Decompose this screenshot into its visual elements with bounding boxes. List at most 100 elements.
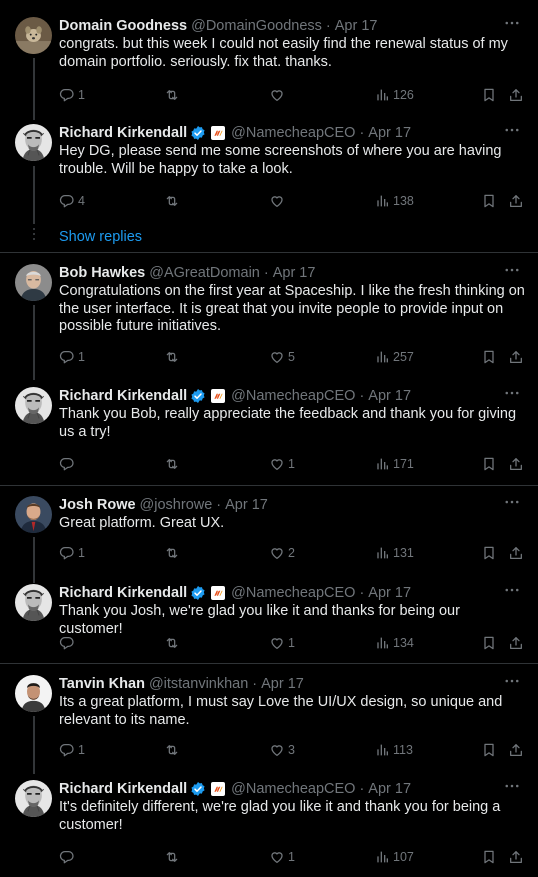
like-button[interactable]: 1: [269, 455, 295, 473]
reply-button[interactable]: 1: [59, 86, 85, 104]
retweet-button[interactable]: [164, 634, 180, 652]
reply-button[interactable]: 4: [59, 192, 85, 210]
avatar[interactable]: [15, 584, 52, 621]
author-handle[interactable]: @NamecheapCEO: [231, 124, 355, 142]
more-icon[interactable]: [503, 581, 521, 599]
avatar[interactable]: [15, 387, 52, 424]
author-name[interactable]: Richard Kirkendall: [59, 124, 187, 142]
reply-button[interactable]: 1: [59, 348, 85, 366]
affiliate-badge[interactable]: [211, 126, 226, 140]
views-button[interactable]: 171: [374, 455, 414, 473]
affiliate-badge[interactable]: [211, 389, 226, 403]
author-handle[interactable]: @AGreatDomain: [149, 264, 260, 282]
more-icon[interactable]: [503, 14, 521, 32]
retweet-button[interactable]: [164, 86, 180, 104]
bookmark-button[interactable]: [481, 192, 497, 210]
views-button[interactable]: 131: [374, 544, 414, 562]
like-button[interactable]: [269, 192, 285, 210]
like-button[interactable]: [269, 86, 285, 104]
author-name[interactable]: Richard Kirkendall: [59, 584, 187, 602]
author-handle[interactable]: @NamecheapCEO: [231, 780, 355, 798]
author-name[interactable]: Josh Rowe: [59, 496, 136, 514]
bookmark-button[interactable]: [481, 741, 497, 759]
retweet-icon: [164, 742, 180, 758]
share-button[interactable]: [508, 848, 524, 866]
retweet-button[interactable]: [164, 544, 180, 562]
tweet-date[interactable]: Apr 17: [273, 264, 316, 282]
share-button[interactable]: [508, 455, 524, 473]
views-button[interactable]: 257: [374, 348, 414, 366]
like-button[interactable]: 2: [269, 544, 295, 562]
retweet-button[interactable]: [164, 848, 180, 866]
tweet-date[interactable]: Apr 17: [368, 780, 411, 798]
more-icon[interactable]: [503, 384, 521, 402]
heart-icon: [269, 742, 285, 758]
more-icon[interactable]: [503, 121, 521, 139]
avatar[interactable]: [15, 675, 52, 712]
avatar[interactable]: [15, 124, 52, 161]
retweet-button[interactable]: [164, 192, 180, 210]
avatar[interactable]: [15, 496, 52, 533]
bookmark-button[interactable]: [481, 848, 497, 866]
like-button[interactable]: 5: [269, 348, 295, 366]
author-handle[interactable]: @joshrowe: [140, 496, 213, 514]
author-name[interactable]: Richard Kirkendall: [59, 387, 187, 405]
reply-button[interactable]: 1: [59, 741, 85, 759]
bookmark-button[interactable]: [481, 455, 497, 473]
show-replies-link[interactable]: Show replies: [59, 228, 142, 246]
share-icon: [508, 349, 524, 365]
more-icon[interactable]: [503, 261, 521, 279]
share-button[interactable]: [508, 192, 524, 210]
author-handle[interactable]: @NamecheapCEO: [231, 387, 355, 405]
author-name[interactable]: Tanvin Khan: [59, 675, 145, 693]
verified-badge-icon[interactable]: [190, 125, 206, 141]
views-button[interactable]: 113: [374, 741, 413, 759]
more-icon[interactable]: [503, 672, 521, 690]
retweet-button[interactable]: [164, 455, 180, 473]
author-name[interactable]: Bob Hawkes: [59, 264, 145, 282]
tweet-date[interactable]: Apr 17: [368, 387, 411, 405]
more-icon[interactable]: [503, 777, 521, 795]
share-button[interactable]: [508, 634, 524, 652]
more-icon[interactable]: [503, 493, 521, 511]
tweet-date[interactable]: Apr 17: [261, 675, 304, 693]
tweet-date[interactable]: Apr 17: [225, 496, 268, 514]
affiliate-badge[interactable]: [211, 586, 226, 600]
avatar[interactable]: [15, 264, 52, 301]
views-button[interactable]: 138: [374, 192, 414, 210]
verified-badge-icon[interactable]: [190, 585, 206, 601]
author-handle[interactable]: @NamecheapCEO: [231, 584, 355, 602]
share-button[interactable]: [508, 348, 524, 366]
tweet-date[interactable]: Apr 17: [368, 584, 411, 602]
author-name[interactable]: Domain Goodness: [59, 17, 187, 35]
author-handle[interactable]: @DomainGoodness: [191, 17, 322, 35]
verified-badge-icon[interactable]: [190, 781, 206, 797]
bookmark-button[interactable]: [481, 544, 497, 562]
retweet-button[interactable]: [164, 348, 180, 366]
bookmark-button[interactable]: [481, 348, 497, 366]
views-button[interactable]: 126: [374, 86, 414, 104]
reply-button[interactable]: [59, 848, 75, 866]
views-button[interactable]: 134: [374, 634, 414, 652]
views-button[interactable]: 107: [374, 848, 414, 866]
retweet-button[interactable]: [164, 741, 180, 759]
bookmark-button[interactable]: [481, 634, 497, 652]
affiliate-badge[interactable]: [211, 782, 226, 796]
reply-button[interactable]: 1: [59, 544, 85, 562]
verified-badge-icon[interactable]: [190, 388, 206, 404]
reply-button[interactable]: [59, 634, 75, 652]
like-button[interactable]: 3: [269, 741, 295, 759]
avatar[interactable]: [15, 780, 52, 817]
tweet-date[interactable]: Apr 17: [368, 124, 411, 142]
share-button[interactable]: [508, 544, 524, 562]
bookmark-button[interactable]: [481, 86, 497, 104]
share-button[interactable]: [508, 741, 524, 759]
author-name[interactable]: Richard Kirkendall: [59, 780, 187, 798]
tweet-date[interactable]: Apr 17: [335, 17, 378, 35]
like-button[interactable]: 1: [269, 634, 295, 652]
like-button[interactable]: 1: [269, 848, 295, 866]
share-button[interactable]: [508, 86, 524, 104]
author-handle[interactable]: @itstanvinkhan: [149, 675, 248, 693]
reply-button[interactable]: [59, 455, 75, 473]
avatar[interactable]: [15, 17, 52, 54]
